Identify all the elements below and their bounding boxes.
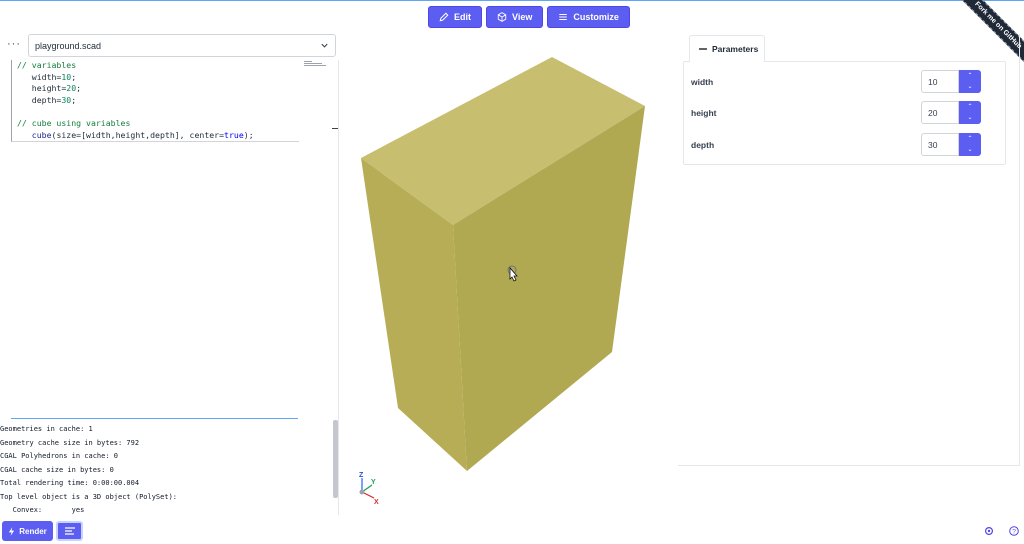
- param-spinner[interactable]: ⌃ ⌄: [959, 133, 981, 156]
- param-row-depth: depth 30 ⌃ ⌄: [691, 133, 981, 156]
- svg-text:?: ?: [1012, 529, 1016, 536]
- param-input-width[interactable]: 10: [921, 70, 959, 93]
- y-axis-label: Y: [371, 479, 376, 486]
- console-separator: [11, 418, 298, 419]
- param-input-depth[interactable]: 30: [921, 133, 959, 156]
- code-line: // variables: [17, 60, 77, 70]
- file-select[interactable]: playground.scad: [28, 34, 336, 57]
- toggle-log-button[interactable]: [56, 521, 83, 541]
- param-row-width: width 10 ⌃ ⌄: [691, 70, 981, 93]
- code-line: // cube using variables: [17, 117, 131, 128]
- render-button[interactable]: Render: [2, 521, 53, 541]
- console-line: Geometries in cache: 1: [0, 425, 93, 433]
- param-spinner[interactable]: ⌃ ⌄: [959, 70, 981, 93]
- code-line: height=20;: [17, 83, 82, 94]
- view-button[interactable]: View: [486, 6, 544, 28]
- param-label: height: [691, 107, 717, 118]
- x-axis-label: X: [374, 499, 379, 506]
- console-scrollbar[interactable]: [333, 420, 338, 498]
- minus-icon: [699, 48, 707, 50]
- view-label: View: [512, 12, 533, 22]
- bolt-icon: [9, 526, 15, 536]
- console-line: Top level object is a 3D object (PolySet…: [0, 492, 178, 501]
- top-accent-line: [0, 0, 1024, 1]
- param-spinner[interactable]: ⌃ ⌄: [959, 101, 981, 124]
- param-row-height: height 20 ⌃ ⌄: [691, 101, 981, 124]
- parameters-tab-label: Parameters: [712, 44, 759, 54]
- chevron-up-icon[interactable]: ⌃: [967, 73, 972, 79]
- mode-toolbar: Edit View Customize: [428, 6, 630, 28]
- z-axis-label: Z: [359, 472, 364, 479]
- help-icon: ?: [1009, 526, 1019, 536]
- console-line: Geometry cache size in bytes: 792: [0, 438, 140, 447]
- console-line: CGAL Polyhedrons in cache: 0: [0, 452, 119, 460]
- gear-icon: [984, 526, 994, 536]
- console-line: CGAL cache size in bytes: 0: [0, 465, 114, 474]
- code-editor[interactable]: // variables width=10; height=20; depth=…: [11, 60, 299, 142]
- parameters-tab[interactable]: Parameters: [689, 35, 765, 62]
- chevron-down-icon: [321, 43, 328, 48]
- chevron-up-icon[interactable]: ⌃: [967, 136, 972, 142]
- axes-gizmo: Z Y X: [359, 472, 379, 506]
- param-input-height[interactable]: 20: [921, 101, 959, 124]
- chevron-down-icon[interactable]: ⌄: [967, 147, 972, 153]
- edit-button[interactable]: Edit: [428, 6, 482, 28]
- help-button[interactable]: ?: [1009, 526, 1019, 536]
- code-line: width=10;: [17, 71, 77, 82]
- param-label: width: [691, 76, 714, 87]
- chevron-down-icon[interactable]: ⌄: [967, 115, 972, 121]
- file-select-value: playground.scad: [35, 40, 102, 51]
- code-line: depth=30;: [17, 94, 77, 105]
- chevron-up-icon[interactable]: ⌃: [967, 104, 972, 110]
- render-label: Render: [19, 526, 47, 536]
- more-menu-button[interactable]: ···: [7, 38, 21, 50]
- edit-label: Edit: [454, 12, 471, 22]
- code-minimap[interactable]: [304, 61, 326, 66]
- cube-icon: [497, 12, 507, 22]
- 3d-viewer[interactable]: [340, 40, 680, 510]
- panel-divider: [338, 60, 339, 515]
- code-line: cube(size=[width,height,depth], center=t…: [31, 129, 254, 140]
- console-line: Convex: yes: [0, 506, 85, 514]
- sliders-icon: [559, 14, 568, 20]
- align-left-icon: [64, 527, 75, 535]
- settings-button[interactable]: [984, 526, 994, 536]
- pencil-icon: [439, 12, 449, 22]
- param-label: depth: [691, 139, 715, 150]
- chevron-down-icon[interactable]: ⌄: [967, 84, 972, 90]
- console-line: Total rendering time: 0:00:00.004: [0, 479, 140, 487]
- console-output: Geometries in cache: 1 Geometry cache siz…: [0, 423, 330, 518]
- customize-label: Customize: [573, 12, 619, 22]
- customize-button[interactable]: Customize: [547, 6, 630, 28]
